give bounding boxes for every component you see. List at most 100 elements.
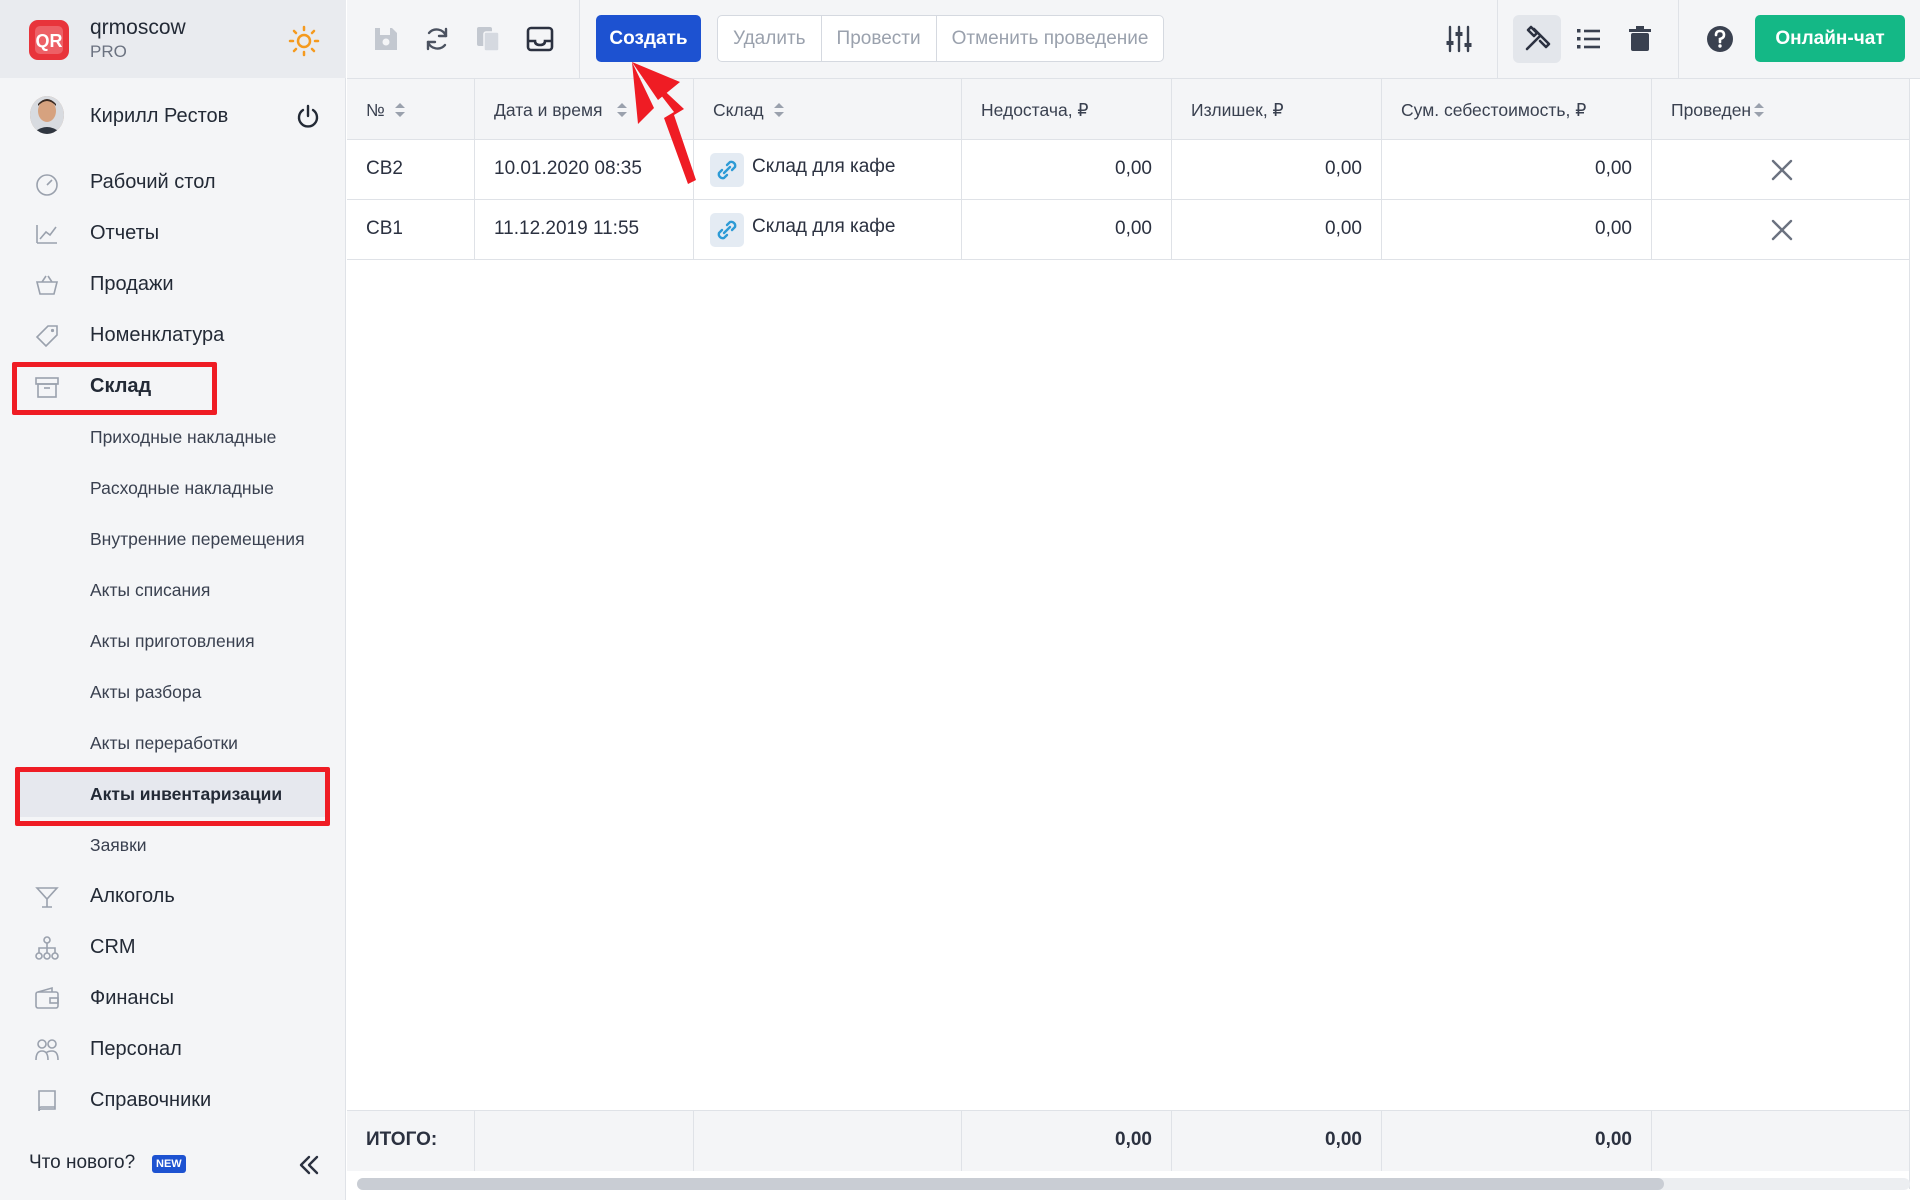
sub-item-internal-transfers[interactable]: Внутренние перемещения	[0, 516, 346, 562]
table-row[interactable]: СВ1 11.12.2019 11:55 Склад для кафе 0,00…	[347, 200, 1910, 260]
sub-item-label: Акты списания	[90, 580, 211, 600]
nav-item-directories[interactable]: Справочники	[0, 1078, 346, 1122]
totals-row: ИТОГО: 0,00 0,00 0,00	[347, 1110, 1910, 1171]
refresh-icon[interactable]	[422, 24, 452, 54]
inbox-icon[interactable]	[525, 24, 555, 54]
sub-item-label: Акты переработки	[90, 733, 238, 753]
totals-surplus: 0,00	[1325, 1129, 1362, 1150]
unpost-button[interactable]: Отменить проведение	[937, 16, 1164, 61]
dashboard-icon	[36, 174, 58, 196]
sub-item-incoming-invoices[interactable]: Приходные накладные	[0, 414, 346, 460]
trash-icon[interactable]	[1625, 24, 1655, 54]
cell-value: СВ2	[366, 158, 403, 179]
table-row[interactable]: СВ2 10.01.2020 08:35 Склад для кафе 0,00…	[347, 140, 1910, 200]
brand-plan: PRO	[90, 42, 127, 61]
nav-item-dashboard[interactable]: Рабочий стол	[0, 160, 346, 204]
nav-label: Номенклатура	[90, 324, 225, 346]
user-profile[interactable]: Кирилл Рестов	[0, 92, 346, 142]
tag-icon	[35, 325, 58, 348]
post-button[interactable]: Провести	[822, 16, 937, 61]
wallet-icon	[35, 986, 59, 1009]
qr-logo-icon[interactable]: QR	[29, 20, 69, 60]
cell-value[interactable]: Склад для кафе	[752, 156, 896, 178]
brand-header: QR qrmoscow PRO	[0, 0, 346, 78]
nav-label: Рабочий стол	[90, 171, 216, 193]
column-header-shortage[interactable]: Недостача, ₽	[962, 79, 1172, 140]
sub-item-label: Заявки	[90, 835, 147, 855]
totals-label: ИТОГО:	[366, 1129, 438, 1150]
help-icon[interactable]	[1705, 24, 1735, 54]
cross-icon	[1771, 219, 1793, 241]
totals-empty-cell	[1652, 1111, 1910, 1171]
document-actions-group: Удалить Провести Отменить проведение	[717, 15, 1165, 62]
column-header-cost-sum[interactable]: Сум. себестоимость, ₽	[1382, 79, 1652, 140]
create-button[interactable]: Создать	[596, 15, 701, 62]
nav-item-alcohol[interactable]: Алкоголь	[0, 874, 346, 918]
totals-shortage-cell: 0,00	[962, 1111, 1172, 1171]
sort-icon[interactable]	[1753, 101, 1765, 119]
power-icon[interactable]	[295, 104, 321, 130]
link-icon[interactable]	[710, 153, 744, 187]
table-right-border	[1909, 79, 1910, 1189]
sub-item-disassembly-acts[interactable]: Акты разбора	[0, 669, 346, 715]
nav-item-sales[interactable]: Продажи	[0, 262, 346, 306]
sub-item-outgoing-invoices[interactable]: Расходные накладные	[0, 465, 346, 511]
cell-warehouse: Склад для кафе	[694, 140, 962, 200]
sidebar: QR qrmoscow PRO Кирилл Рестов Рабочий ст…	[0, 0, 346, 1200]
nav-label: CRM	[90, 936, 136, 958]
sort-icon[interactable]	[616, 101, 628, 119]
column-header-label: Дата и время	[494, 100, 603, 120]
cell-shortage: 0,00	[962, 200, 1172, 260]
brand-name: qrmoscow	[90, 16, 186, 39]
cell-number: СВ1	[347, 200, 475, 260]
online-chat-button[interactable]: Онлайн-чат	[1755, 15, 1905, 62]
nav-label: Справочники	[90, 1089, 212, 1111]
cell-cost-sum: 0,00	[1382, 140, 1652, 200]
whats-new-link[interactable]: Что нового?	[29, 1152, 135, 1174]
tools-icon[interactable]	[1522, 24, 1552, 54]
sort-icon[interactable]	[773, 101, 785, 119]
nav-item-staff[interactable]: Персонал	[0, 1027, 346, 1071]
sliders-icon[interactable]	[1444, 24, 1474, 54]
copy-icon[interactable]	[473, 24, 503, 54]
totals-shortage: 0,00	[1115, 1129, 1152, 1150]
cell-value: 0,00	[1115, 158, 1152, 179]
link-icon[interactable]	[710, 213, 744, 247]
sort-icon[interactable]	[394, 101, 406, 119]
save-icon[interactable]	[371, 24, 401, 54]
column-header-number[interactable]: №	[347, 79, 475, 140]
list-icon[interactable]	[1574, 24, 1604, 54]
cell-surplus: 0,00	[1172, 200, 1382, 260]
sub-item-label: Акты приготовления	[90, 631, 255, 651]
cell-value: 0,00	[1595, 158, 1632, 179]
cell-cost-sum: 0,00	[1382, 200, 1652, 260]
cell-value[interactable]: Склад для кафе	[752, 216, 896, 238]
column-header-label: Проведен	[1671, 100, 1752, 120]
nav-item-reports[interactable]: Отчеты	[0, 211, 346, 255]
user-name: Кирилл Рестов	[90, 105, 229, 127]
delete-button[interactable]: Удалить	[718, 16, 822, 61]
sub-item-write-off-acts[interactable]: Акты списания	[0, 567, 346, 613]
sub-item-requests[interactable]: Заявки	[0, 822, 346, 868]
column-header-posted[interactable]: Проведен	[1652, 79, 1910, 140]
column-header-surplus[interactable]: Излишек, ₽	[1172, 79, 1382, 140]
cell-posted	[1652, 200, 1910, 260]
sun-icon[interactable]	[288, 25, 320, 57]
totals-cost-sum: 0,00	[1595, 1129, 1632, 1150]
nav-item-nomenclature[interactable]: Номенклатура	[0, 313, 346, 357]
people-icon	[35, 1039, 59, 1061]
collapse-sidebar-icon[interactable]	[296, 1152, 322, 1178]
scrollbar-thumb[interactable]	[357, 1178, 1664, 1190]
nav-item-crm[interactable]: CRM	[0, 925, 346, 969]
sub-item-processing-acts[interactable]: Акты переработки	[0, 720, 346, 766]
nav-item-finance[interactable]: Финансы	[0, 976, 346, 1020]
totals-label-cell: ИТОГО:	[347, 1111, 475, 1171]
highlight-box-warehouse	[12, 362, 217, 415]
sub-item-cooking-acts[interactable]: Акты приготовления	[0, 618, 346, 664]
nav-label: Отчеты	[90, 222, 160, 244]
horizontal-scrollbar[interactable]	[357, 1178, 1910, 1190]
basket-icon	[35, 275, 59, 295]
column-header-warehouse[interactable]: Склад	[694, 79, 962, 140]
sub-item-label: Внутренние перемещения	[90, 529, 305, 549]
totals-empty-cell	[694, 1111, 962, 1171]
